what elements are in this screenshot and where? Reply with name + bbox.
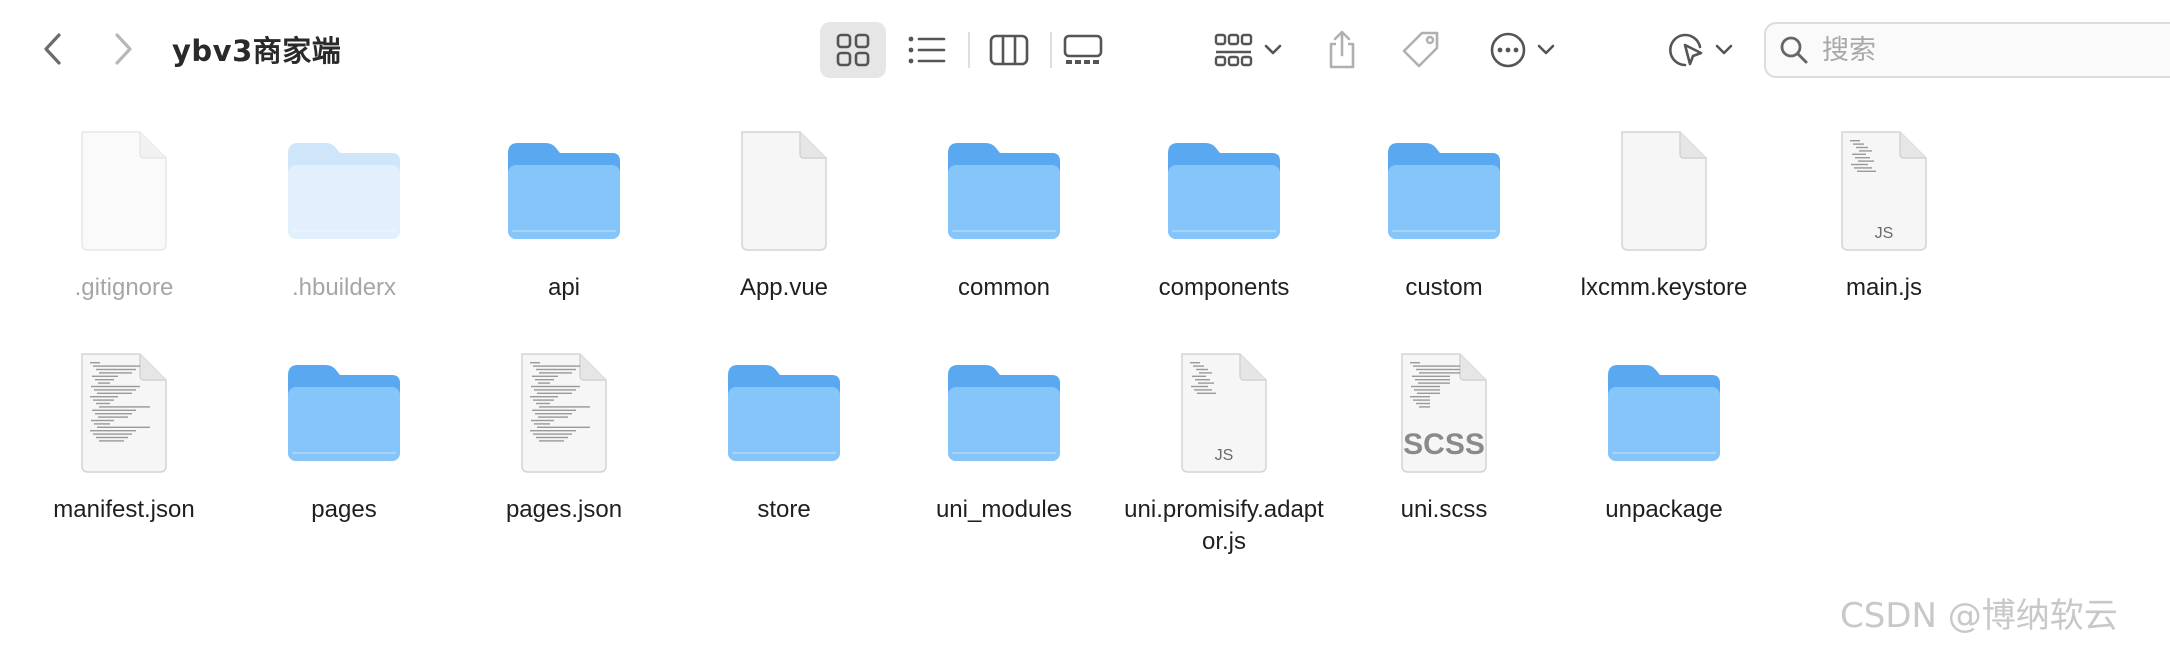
- file-item[interactable]: SCSS uni.scss: [1334, 342, 1554, 526]
- file-name-label: uni_modules: [935, 496, 1073, 523]
- file-name-label: components: [1158, 274, 1290, 301]
- file-item[interactable]: App.vue: [674, 120, 894, 304]
- back-button[interactable]: [32, 26, 72, 72]
- chevron-left-icon: [44, 33, 61, 65]
- folder-item[interactable]: pages: [234, 342, 454, 526]
- search-input[interactable]: [1822, 34, 2122, 66]
- file-name-label: custom: [1405, 274, 1483, 301]
- folder-item[interactable]: unpackage: [1554, 342, 1774, 526]
- column-view-button[interactable]: [976, 22, 1042, 78]
- chevron-right-icon: [115, 33, 132, 65]
- window-title: ybv3商家端: [172, 34, 342, 68]
- file-name-label: pages.json: [505, 496, 623, 523]
- folder-icon: [1554, 342, 1774, 482]
- file-item[interactable]: pages.json: [454, 342, 674, 526]
- tag-button[interactable]: [1396, 22, 1446, 78]
- share-icon: [1329, 30, 1355, 69]
- file-item[interactable]: lxcmm.keystore: [1554, 120, 1774, 304]
- folder-icon: [234, 342, 454, 482]
- folder-item[interactable]: api: [454, 120, 674, 304]
- gallery-view-button[interactable]: [1050, 22, 1116, 78]
- document-icon: [1554, 120, 1774, 260]
- file-name-label: lxcmm.keystore: [1580, 274, 1748, 301]
- file-item[interactable]: .gitignore: [14, 120, 234, 304]
- gallery-view-icon: [1063, 34, 1103, 64]
- icon-view-button[interactable]: [820, 22, 886, 78]
- folder-item[interactable]: components: [1114, 120, 1334, 304]
- document-icon: [674, 120, 894, 260]
- folder-icon: [454, 120, 674, 260]
- chevron-down-icon: [1537, 44, 1555, 55]
- js-file-icon: JS: [1114, 342, 1334, 482]
- folder-icon: [894, 342, 1114, 482]
- airdrop-icon: [1669, 33, 1703, 67]
- watermark: CSDN @博纳软云: [1840, 596, 2118, 636]
- search-icon: [1780, 36, 1808, 64]
- file-item[interactable]: JS main.js: [1774, 120, 1994, 304]
- finder-toolbar: ybv3商家端: [0, 0, 2170, 100]
- file-name-label: store: [757, 496, 811, 523]
- file-name-label: uni.promisify.adaptor.js: [1124, 496, 1324, 555]
- file-name-label: pages: [311, 496, 377, 523]
- folder-item[interactable]: store: [674, 342, 894, 526]
- grid-view-icon: [836, 33, 870, 67]
- folder-item[interactable]: .hbuilderx: [234, 120, 454, 304]
- file-name-label: .hbuilderx: [291, 274, 397, 301]
- file-type-badge: JS: [1875, 225, 1894, 242]
- document-icon: [14, 120, 234, 260]
- file-name-label: App.vue: [739, 274, 829, 301]
- folder-icon: [1334, 120, 1554, 260]
- chevron-down-icon: [1264, 44, 1282, 55]
- toolbar-separator: [968, 32, 970, 68]
- folder-icon: [1114, 120, 1334, 260]
- more-actions-icon: [1490, 32, 1526, 68]
- share-button[interactable]: [1320, 22, 1364, 78]
- file-type-badge: JS: [1215, 447, 1234, 464]
- scss-file-icon: SCSS: [1334, 342, 1554, 482]
- folder-item[interactable]: uni_modules: [894, 342, 1114, 526]
- file-name-label: unpackage: [1605, 496, 1723, 523]
- column-view-icon: [989, 34, 1029, 66]
- group-by-button[interactable]: [1208, 22, 1288, 78]
- file-item[interactable]: JS uni.promisify.adaptor.js: [1114, 342, 1334, 558]
- file-name-label: common: [957, 274, 1051, 301]
- file-name-label: .gitignore: [74, 274, 174, 301]
- file-name-label: api: [547, 274, 581, 301]
- folder-icon: [674, 342, 894, 482]
- group-by-icon: [1214, 33, 1253, 67]
- list-view-button[interactable]: [894, 22, 960, 78]
- more-actions-button[interactable]: [1484, 22, 1560, 78]
- folder-icon: [234, 120, 454, 260]
- file-item[interactable]: manifest.json: [14, 342, 234, 526]
- airdrop-button[interactable]: [1662, 22, 1738, 78]
- tag-icon: [1402, 31, 1439, 68]
- js-file-icon: JS: [1774, 120, 1994, 260]
- json-file-icon: [14, 342, 234, 482]
- file-type-badge: SCSS: [1403, 428, 1485, 461]
- json-file-icon: [454, 342, 674, 482]
- chevron-down-icon: [1715, 44, 1733, 55]
- file-name-label: main.js: [1845, 274, 1923, 301]
- forward-button[interactable]: [104, 26, 144, 72]
- search-field[interactable]: [1764, 22, 2170, 78]
- file-name-label: manifest.json: [53, 496, 195, 523]
- folder-item[interactable]: common: [894, 120, 1114, 304]
- folder-item[interactable]: custom: [1334, 120, 1554, 304]
- file-name-label: uni.scss: [1400, 496, 1488, 523]
- list-view-icon: [908, 36, 946, 64]
- folder-icon: [894, 120, 1114, 260]
